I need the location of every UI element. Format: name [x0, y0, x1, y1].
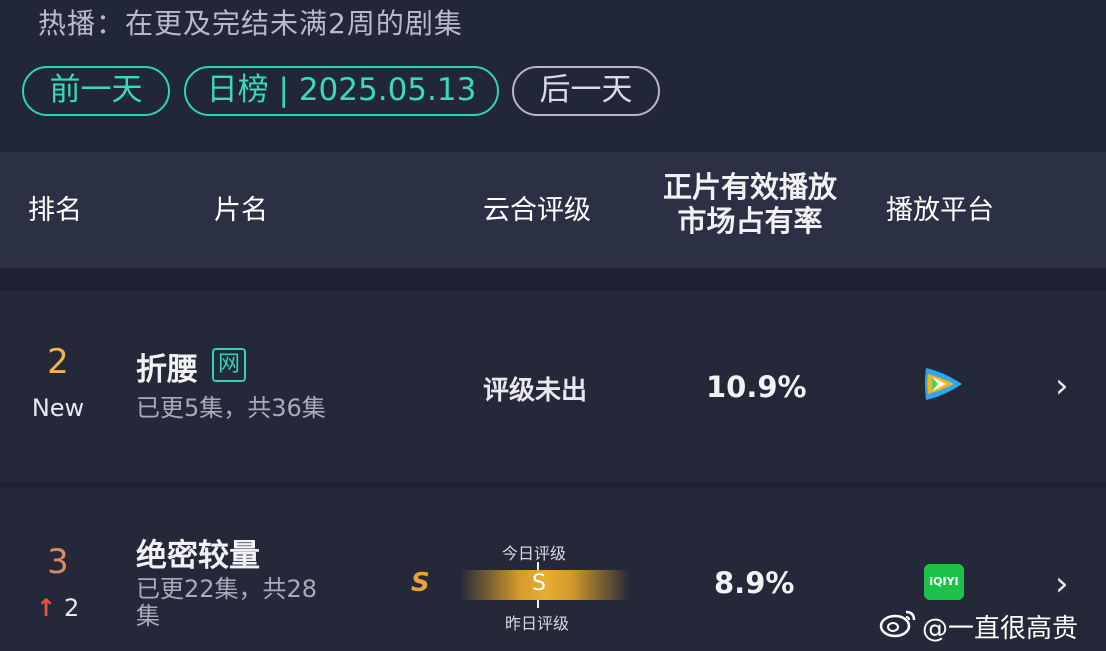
row-detail-chevron-icon[interactable]: ›	[1055, 366, 1069, 406]
rank-number: 2	[47, 342, 69, 382]
header-area: 热播：在更及完结未满2周的剧集 前一天 日榜 | 2025.05.13 后一天	[0, 0, 1106, 152]
column-rank: 排名	[28, 195, 82, 226]
list-subtitle: 热播：在更及完结未满2周的剧集	[38, 7, 463, 40]
rank-change-new: New	[31, 394, 85, 422]
drama-title: 绝密较量	[136, 538, 260, 574]
prev-day-button[interactable]: 前一天	[22, 66, 170, 116]
column-platform: 播放平台	[886, 195, 994, 226]
watermark: @一直很高贵	[878, 608, 1078, 645]
next-day-button[interactable]: 后一天	[512, 66, 660, 116]
current-date-button[interactable]: 日榜 | 2025.05.13	[184, 66, 499, 116]
column-grade: 云合评级	[483, 195, 591, 226]
episode-count-line2: 集	[136, 602, 160, 630]
market-share-value: 10.9%	[706, 370, 807, 404]
table-header: 排名 片名 云合评级 正片有效播放 市场占有率 播放平台	[0, 152, 1106, 268]
row-detail-chevron-icon[interactable]: ›	[1055, 564, 1069, 604]
tencent-video-icon	[922, 364, 966, 408]
drama-title: 折腰	[136, 352, 198, 388]
rank-change-value: 2	[64, 594, 80, 622]
market-share-value: 8.9%	[714, 566, 795, 600]
grade-today-letter: S	[532, 571, 546, 596]
watermark-text: @一直很高贵	[922, 614, 1079, 644]
column-title: 片名	[214, 195, 268, 226]
episode-count: 已更5集，共36集	[136, 394, 326, 422]
grade-yesterday-letter: S	[411, 568, 430, 598]
grade-yesterday-label: 昨日评级	[505, 614, 570, 633]
grade-marker-top	[537, 562, 539, 570]
grade-today-label: 今日评级	[502, 544, 567, 563]
weibo-logo-icon	[878, 608, 918, 645]
rank-number: 3	[47, 542, 69, 582]
iqiyi-icon: iQIYI	[924, 564, 964, 600]
grade-marker-bottom	[537, 600, 539, 608]
table-row[interactable]: 2 New 折腰 网 已更5集，共36集 评级未出 10.9% ›	[0, 290, 1106, 482]
web-drama-badge: 网	[212, 348, 246, 382]
column-market-share: 正片有效播放 市场占有率	[660, 170, 840, 238]
column-market-share-line2: 市场占有率	[677, 204, 823, 238]
column-market-share-line1: 正片有效播放	[662, 170, 837, 204]
iqiyi-icon-text: iQIYI	[929, 575, 959, 588]
grade-value: 评级未出	[483, 376, 588, 406]
episode-count: 已更22集，共28 集	[136, 576, 317, 630]
rank-up-arrow-icon: ↑	[36, 594, 57, 622]
episode-count-line1: 已更22集，共28	[136, 575, 318, 603]
divider	[0, 268, 1106, 290]
